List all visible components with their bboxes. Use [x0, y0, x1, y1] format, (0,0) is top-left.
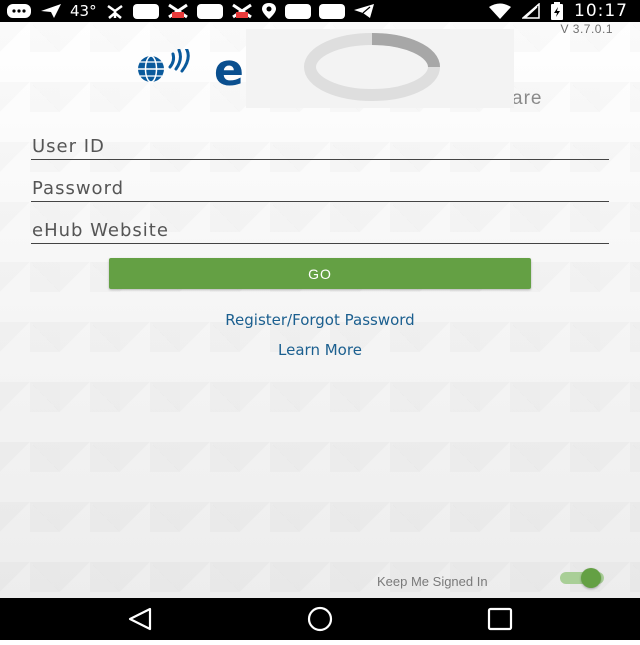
temperature-text: 43° — [70, 2, 97, 20]
home-icon — [307, 606, 333, 632]
weather-icon — [106, 4, 123, 19]
password-input[interactable] — [31, 175, 610, 201]
app-icon — [318, 3, 345, 19]
loading-spinner-icon — [304, 33, 440, 101]
notification-icon — [167, 3, 188, 19]
clock-text: 10:17 — [574, 1, 628, 21]
toggle-thumb[interactable] — [581, 568, 601, 588]
status-bar: 43° 10:17 — [0, 0, 640, 22]
keep-signed-in-label: Keep Me Signed In — [377, 574, 488, 589]
navigation-bar — [0, 598, 640, 640]
user-id-input[interactable] — [31, 133, 610, 159]
back-icon — [128, 607, 152, 631]
loading-overlay — [246, 29, 514, 108]
website-field[interactable] — [31, 217, 610, 244]
app-icon — [284, 3, 311, 19]
login-screen: V 3.7.0.1 e are GO Register/Forgot Passw… — [0, 22, 640, 598]
version-label: V 3.7.0.1 — [560, 22, 613, 36]
battery-icon — [551, 2, 563, 20]
send-icon — [41, 4, 61, 18]
logo-letter: e — [214, 45, 244, 96]
home-button[interactable] — [280, 598, 360, 640]
app-icon — [196, 3, 223, 19]
notification-icon — [231, 3, 252, 19]
keep-signed-in-toggle[interactable] — [560, 568, 612, 588]
location-icon — [261, 3, 276, 19]
recents-button[interactable] — [460, 598, 540, 640]
learn-more-link[interactable]: Learn More — [0, 341, 640, 359]
user-id-field[interactable] — [31, 133, 610, 160]
back-button[interactable] — [100, 598, 180, 640]
globe-wifi-logo-icon — [138, 49, 190, 83]
recents-icon — [487, 607, 513, 631]
message-icon — [7, 4, 31, 18]
logo-tail-text: are — [512, 88, 543, 109]
app-icon — [132, 3, 159, 19]
go-button[interactable]: GO — [109, 258, 531, 289]
telegram-icon — [353, 4, 374, 18]
wifi-icon — [489, 3, 511, 19]
register-forgot-password-link[interactable]: Register/Forgot Password — [0, 311, 640, 329]
signal-icon — [522, 3, 540, 19]
website-input[interactable] — [31, 217, 610, 243]
password-field[interactable] — [31, 175, 610, 202]
